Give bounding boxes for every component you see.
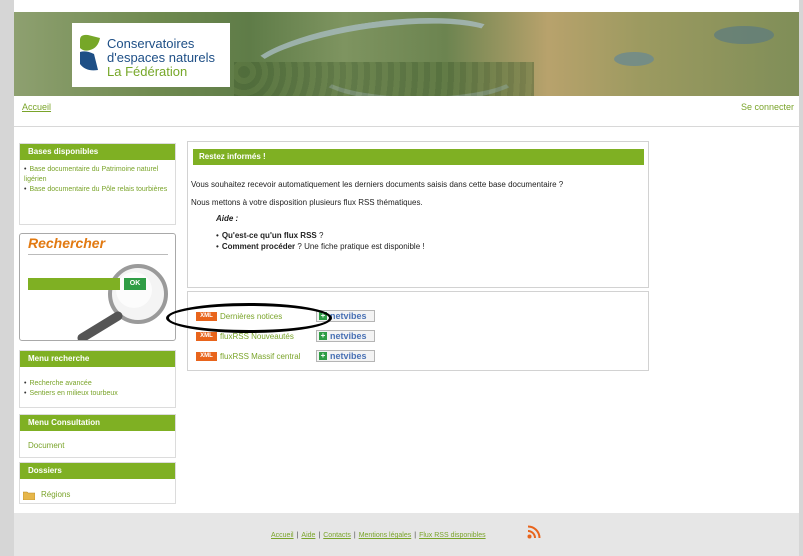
bases-item-tourbieres[interactable]: Base documentaire du Pôle relais tourbiè…: [24, 185, 171, 195]
regions-row[interactable]: Régions: [20, 479, 175, 503]
top-nav: Accueil Se connecter: [14, 96, 799, 127]
banner-photo-pond: [614, 52, 654, 66]
search-box: Rechercher OK: [19, 233, 176, 341]
logo-line-2: d'espaces naturels: [107, 50, 215, 65]
menu-recherche-box: Menu recherche Recherche avancée Sentier…: [19, 350, 176, 408]
xml-badge-icon[interactable]: XML: [196, 332, 217, 341]
netvibes-label: netvibes: [330, 351, 367, 361]
highlight-oval: [166, 303, 332, 333]
regions-link[interactable]: Régions: [41, 490, 70, 499]
netvibes-label: netvibes: [330, 311, 367, 321]
home-link[interactable]: Accueil: [22, 102, 51, 112]
dossiers-heading: Dossiers: [20, 463, 175, 479]
footer-separator: |: [414, 532, 417, 539]
header-banner: Conservatoires d'espaces naturels La Féd…: [14, 12, 799, 96]
info-paragraph-1: Vous souhaitez recevoir automatiquement …: [191, 180, 564, 189]
feed-link-nouveautes[interactable]: fluxRSS Nouveautés: [220, 332, 294, 341]
netvibes-plus-icon: +: [319, 351, 327, 360]
dossiers-box: Dossiers Régions: [19, 462, 176, 504]
netvibes-label: netvibes: [330, 331, 367, 341]
footer-separator: |: [318, 532, 321, 539]
help-list: Qu'est-ce qu'un flux RSS ? Comment procé…: [216, 230, 425, 252]
banner-photo-pond-2: [714, 26, 774, 44]
bases-box: Bases disponibles Base documentaire du P…: [19, 143, 176, 225]
menu-recherche-list: Recherche avancée Sentiers en milieux to…: [20, 379, 175, 399]
info-heading: Restez informés !: [193, 149, 644, 165]
folder-icon: [23, 491, 35, 500]
footer-separator: |: [296, 532, 299, 539]
menu-item-sentiers[interactable]: Sentiers en milieux tourbeux: [24, 389, 171, 399]
footer-separator: |: [353, 532, 356, 539]
footer-link-contacts[interactable]: Contacts: [323, 532, 351, 539]
search-ok-button[interactable]: OK: [124, 278, 146, 290]
menu-recherche-heading: Menu recherche: [20, 351, 175, 367]
document-link[interactable]: Document: [20, 431, 175, 450]
menu-consultation-box: Menu Consultation Document: [19, 414, 176, 458]
help-item-procedure-rest: ? Une fiche pratique est disponible !: [295, 242, 425, 251]
bases-item-ligerien[interactable]: Base documentaire du Patrimoine naturel …: [24, 165, 171, 185]
aide-label: Aide :: [216, 214, 239, 223]
site-logo[interactable]: Conservatoires d'espaces naturels La Féd…: [72, 23, 230, 87]
search-divider: [28, 254, 168, 255]
feed-link-massif-central[interactable]: fluxRSS Massif central: [220, 352, 300, 361]
menu-item-recherche-avancee[interactable]: Recherche avancée: [24, 379, 171, 389]
rss-icon[interactable]: [527, 525, 541, 539]
help-item-procedure[interactable]: Comment procéder ? Une fiche pratique es…: [216, 241, 425, 252]
xml-badge-icon[interactable]: XML: [196, 352, 217, 361]
footer-links: Accueil | Aide | Contacts | Mentions légales | F…: [271, 532, 486, 539]
netvibes-button[interactable]: + netvibes: [316, 330, 375, 342]
footer-link-accueil[interactable]: Accueil: [271, 532, 294, 539]
page: Conservatoires d'espaces naturels La Féd…: [14, 0, 799, 556]
search-input[interactable]: [28, 278, 120, 290]
help-item-rss-rest: ?: [316, 231, 324, 240]
bases-heading: Bases disponibles: [20, 144, 175, 160]
logo-leaf-icon: [80, 34, 100, 71]
help-item-rss[interactable]: Qu'est-ce qu'un flux RSS ?: [216, 230, 425, 241]
netvibes-button[interactable]: + netvibes: [316, 350, 375, 362]
menu-consultation-heading: Menu Consultation: [20, 415, 175, 431]
footer-link-flux-rss[interactable]: Flux RSS disponibles: [419, 532, 486, 539]
help-item-rss-bold[interactable]: Qu'est-ce qu'un flux RSS: [222, 231, 317, 240]
netvibes-plus-icon: +: [319, 331, 327, 340]
search-title: Rechercher: [28, 235, 106, 251]
footer-link-aide[interactable]: Aide: [301, 532, 315, 539]
footer: Accueil | Aide | Contacts | Mentions légales | F…: [14, 513, 799, 556]
login-link[interactable]: Se connecter: [741, 102, 794, 112]
logo-line-3: La Fédération: [107, 64, 188, 79]
bases-list: Base documentaire du Patrimoine naturel …: [20, 165, 175, 195]
info-paragraph-2: Nous mettons à votre disposition plusieu…: [191, 198, 423, 207]
banner-photo-trees: [234, 62, 534, 96]
footer-link-mentions[interactable]: Mentions légales: [359, 532, 412, 539]
magnifier-icon: [77, 264, 168, 340]
logo-line-1: Conservatoires: [107, 36, 195, 51]
help-item-procedure-bold[interactable]: Comment procéder: [222, 242, 295, 251]
info-panel: Restez informés ! Vous souhaitez recevoi…: [187, 141, 649, 288]
